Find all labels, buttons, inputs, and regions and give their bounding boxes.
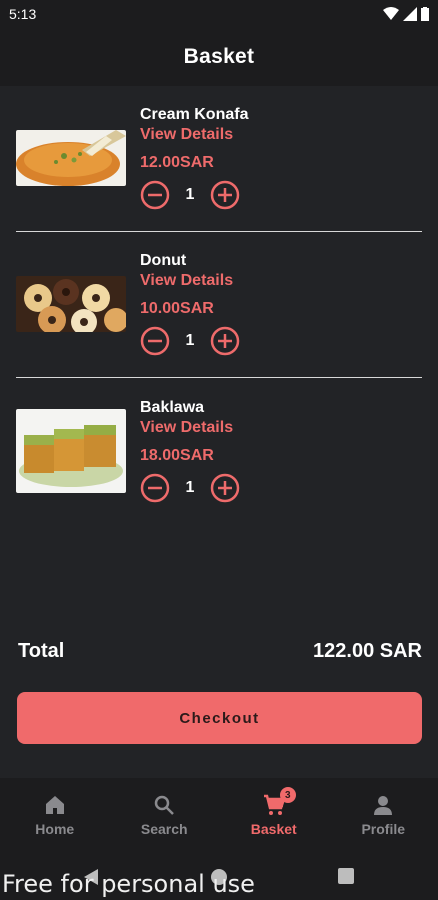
- total-value: 122.00 SAR: [313, 640, 422, 662]
- increase-button[interactable]: [210, 180, 240, 210]
- item-name: Donut: [140, 252, 187, 269]
- increase-button[interactable]: [210, 326, 240, 356]
- signal-icon: [403, 7, 417, 21]
- nav-basket[interactable]: 3 Basket: [219, 778, 329, 852]
- quantity-value: 1: [185, 186, 195, 203]
- increase-button[interactable]: [210, 473, 240, 503]
- view-details-link[interactable]: View Details: [140, 419, 233, 437]
- bottom-nav: Home Search 3 Basket Profile: [0, 778, 438, 852]
- decrease-button[interactable]: [140, 473, 170, 503]
- baklawa-photo: [16, 409, 126, 493]
- plus-circle-icon: [210, 326, 240, 356]
- page-title: Basket: [183, 45, 255, 68]
- app-bar: Basket: [0, 28, 438, 86]
- view-details-link[interactable]: View Details: [140, 126, 233, 144]
- status-bar: 5:13: [0, 0, 438, 28]
- quantity-stepper: 1: [140, 180, 240, 210]
- person-icon: [374, 796, 393, 815]
- minus-circle-icon: [140, 180, 170, 210]
- divider: [16, 377, 422, 378]
- basket-item: Baklawa View Details 18.00SAR 1: [16, 383, 422, 513]
- donut-photo: [16, 276, 126, 332]
- home-icon: [45, 796, 64, 814]
- nav-home[interactable]: Home: [0, 778, 110, 852]
- cart-icon: 3: [262, 787, 296, 817]
- item-name: Cream Konafa: [140, 106, 249, 123]
- watermark-text: Free for personal use: [2, 870, 255, 898]
- quantity-stepper: 1: [140, 326, 240, 356]
- item-price: 12.00SAR: [140, 154, 214, 171]
- item-price: 10.00SAR: [140, 300, 214, 317]
- minus-circle-icon: [140, 473, 170, 503]
- minus-circle-icon: [140, 326, 170, 356]
- decrease-button[interactable]: [140, 326, 170, 356]
- search-icon: [155, 795, 175, 815]
- wifi-icon: [383, 7, 399, 20]
- cart-badge: 3: [279, 787, 296, 803]
- nav-basket-label: Basket: [250, 821, 297, 837]
- battery-icon: [421, 7, 429, 21]
- status-icons: [383, 7, 429, 21]
- konafa-photo: [16, 130, 126, 186]
- recents-icon[interactable]: [338, 868, 354, 884]
- total-label: Total: [18, 640, 65, 662]
- quantity-value: 1: [185, 332, 195, 349]
- view-details-link[interactable]: View Details: [140, 272, 233, 290]
- quantity-stepper: 1: [140, 473, 240, 503]
- plus-circle-icon: [210, 180, 240, 210]
- nav-home-label: Home: [35, 821, 75, 837]
- basket-content: Cream Konafa View Details 12.00SAR 1 Don…: [0, 86, 438, 778]
- quantity-value: 1: [185, 479, 195, 496]
- decrease-button[interactable]: [140, 180, 170, 210]
- status-time: 5:13: [9, 6, 37, 22]
- plus-circle-icon: [210, 473, 240, 503]
- total-row: Total 122.00 SAR: [18, 640, 422, 663]
- item-name: Baklawa: [140, 399, 205, 416]
- item-price: 18.00SAR: [140, 447, 214, 464]
- nav-profile[interactable]: Profile: [329, 778, 438, 852]
- basket-item: Donut View Details 10.00SAR 1: [16, 236, 422, 366]
- divider: [16, 231, 422, 232]
- nav-profile-label: Profile: [361, 821, 406, 837]
- basket-item: Cream Konafa View Details 12.00SAR 1: [16, 90, 422, 220]
- nav-search-label: Search: [140, 821, 188, 837]
- checkout-button[interactable]: Checkout: [17, 692, 422, 744]
- nav-search[interactable]: Search: [110, 778, 220, 852]
